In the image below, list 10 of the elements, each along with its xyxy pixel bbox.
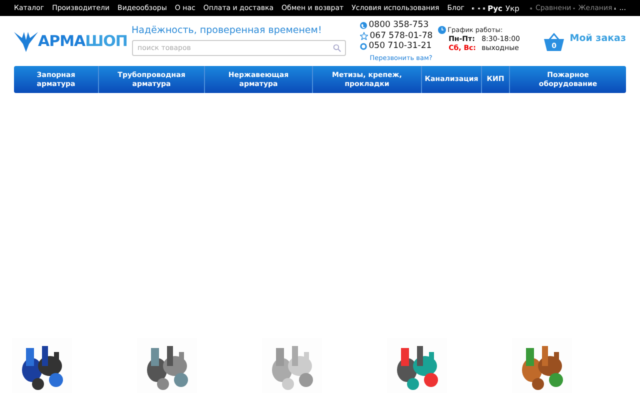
wings-logo-icon bbox=[14, 30, 38, 52]
slogan: Надёжность, проверенная временем! bbox=[132, 25, 323, 36]
ring-icon bbox=[360, 42, 367, 50]
phone-icon bbox=[360, 22, 367, 29]
phone-number[interactable]: 067 578-01-78 bbox=[370, 30, 433, 41]
star-icon bbox=[360, 32, 368, 40]
clock-icon bbox=[438, 26, 446, 34]
phone-number[interactable]: 050 710-31-21 bbox=[368, 41, 432, 52]
logo-text[interactable]: АРМАШОП bbox=[38, 32, 128, 50]
phone-number[interactable]: 0800 358-753 bbox=[368, 20, 429, 30]
